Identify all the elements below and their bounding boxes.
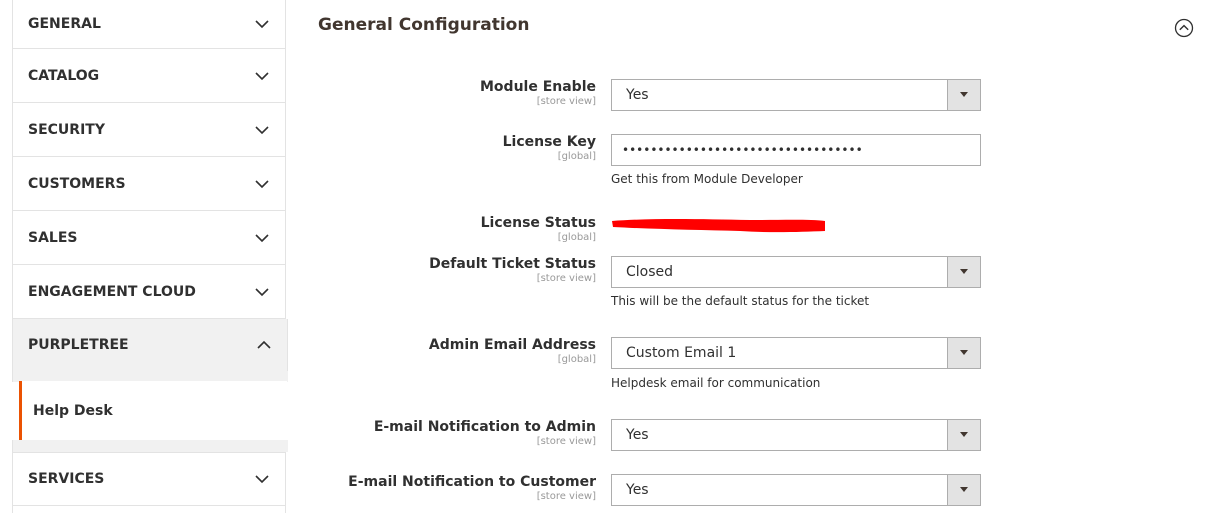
redaction-mark xyxy=(610,213,828,237)
sidebar-section-label: SECURITY xyxy=(28,121,105,138)
field-label: License Key xyxy=(502,134,596,150)
caret-down-icon xyxy=(947,257,980,287)
caret-down-icon xyxy=(947,338,980,368)
chevron-down-icon xyxy=(255,179,269,189)
password-value: •••••••••••••••••••••••••••••••••• xyxy=(622,143,863,157)
select-value: Yes xyxy=(626,482,649,498)
field-scope: [store view] xyxy=(536,491,596,502)
sidebar-section-label: PURPLETREE xyxy=(28,337,129,353)
caret-down-icon xyxy=(947,420,980,450)
license-key-input[interactable]: •••••••••••••••••••••••••••••••••• xyxy=(611,134,981,166)
sidebar-section-label: CATALOG xyxy=(28,67,100,84)
sidebar-section-label: ENGAGEMENT CLOUD xyxy=(28,283,196,300)
chevron-down-icon xyxy=(255,19,269,29)
email-notification-customer-select[interactable]: Yes xyxy=(611,474,981,506)
section-title: General Configuration xyxy=(318,15,530,35)
field-label: Module Enable xyxy=(480,79,596,95)
field-scope: [store view] xyxy=(536,436,596,447)
sidebar-item-label: Help Desk xyxy=(33,402,113,419)
select-value: Closed xyxy=(626,264,674,280)
admin-email-select[interactable]: Custom Email 1 xyxy=(611,337,981,369)
sidebar-section-next xyxy=(12,506,286,513)
field-scope: [global] xyxy=(557,232,596,243)
field-note: Helpdesk email for communication xyxy=(611,376,821,390)
field-label: E-mail Notification to Customer xyxy=(348,474,596,490)
field-label: License Status xyxy=(480,215,596,231)
chevron-down-icon xyxy=(255,125,269,135)
circle-chevron-up-icon[interactable] xyxy=(1174,18,1194,38)
field-note: This will be the default status for the … xyxy=(611,294,870,308)
select-value: Yes xyxy=(626,87,649,103)
field-scope: [global] xyxy=(557,151,596,162)
select-value: Custom Email 1 xyxy=(626,345,737,361)
sidebar-section-customers[interactable]: CUSTOMERS xyxy=(12,157,286,211)
chevron-down-icon xyxy=(255,287,269,297)
field-scope: [global] xyxy=(557,354,596,365)
field-label: E-mail Notification to Admin xyxy=(373,419,596,435)
sidebar-section-general[interactable]: GENERAL xyxy=(12,0,286,49)
sidebar-section-label: SERVICES xyxy=(28,471,105,487)
sidebar-section-label: GENERAL xyxy=(28,16,101,32)
sidebar-section-label: SALES xyxy=(28,229,78,246)
default-ticket-status-select[interactable]: Closed xyxy=(611,256,981,288)
caret-down-icon xyxy=(947,80,980,110)
field-note: Get this from Module Developer xyxy=(611,172,803,186)
field-scope: [store view] xyxy=(536,96,596,107)
field-label: Admin Email Address xyxy=(428,337,596,353)
field-label: Default Ticket Status xyxy=(429,256,596,272)
module-enable-select[interactable]: Yes xyxy=(611,79,981,111)
email-notification-admin-select[interactable]: Yes xyxy=(611,419,981,451)
select-value: Yes xyxy=(626,427,649,443)
field-scope: [store view] xyxy=(536,273,596,284)
caret-down-icon xyxy=(947,475,980,505)
sidebar-section-label: CUSTOMERS xyxy=(28,175,126,192)
